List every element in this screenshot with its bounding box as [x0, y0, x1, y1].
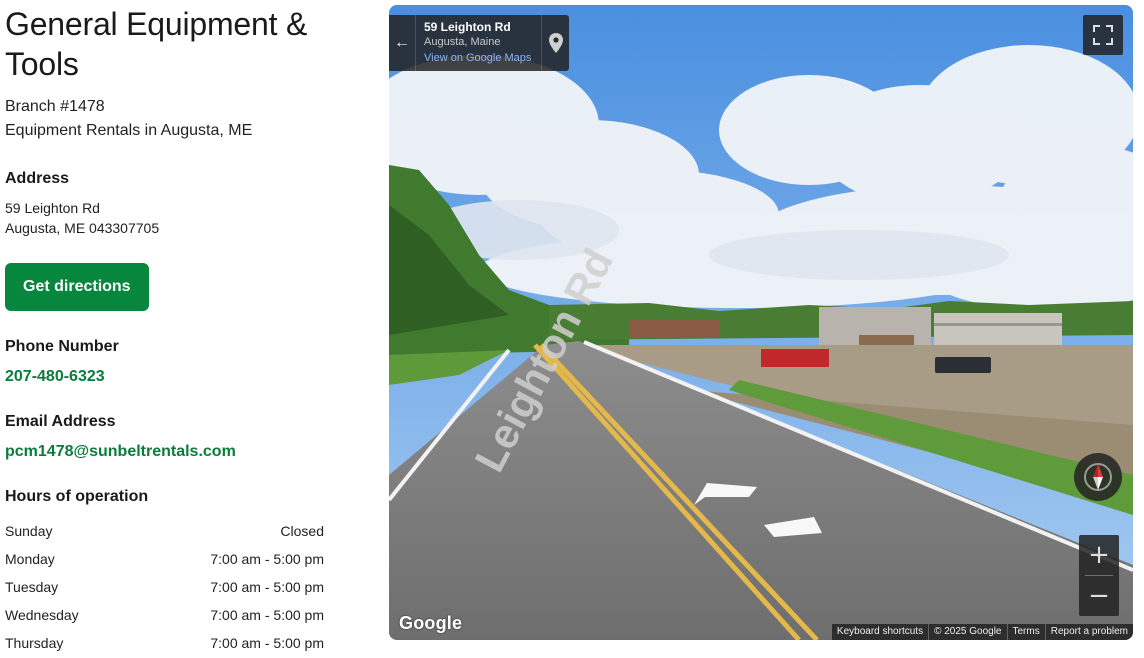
hours-heading: Hours of operation: [5, 488, 149, 505]
report-problem-link[interactable]: Report a problem: [1044, 624, 1133, 640]
card-title: 59 Leighton Rd: [424, 20, 511, 34]
email-heading: Email Address: [5, 413, 116, 430]
hours-day: Monday: [5, 551, 55, 567]
address-line-1: 59 Leighton Rd: [5, 200, 100, 216]
zoom-in-button[interactable]: +: [1079, 535, 1119, 575]
street-view-address-card: ← 59 Leighton Rd Augusta, Maine View on …: [389, 15, 569, 71]
phone-heading: Phone Number: [5, 338, 119, 355]
copyright-text: © 2025 Google: [928, 624, 1006, 640]
map-attribution-bar: Keyboard shortcuts © 2025 Google Terms R…: [831, 624, 1133, 640]
hours-row: Monday 7:00 am - 5:00 pm: [5, 545, 324, 573]
hours-day: Thursday: [5, 635, 64, 651]
zoom-out-button[interactable]: −: [1079, 576, 1119, 616]
hours-time: 7:00 am - 5:00 pm: [210, 635, 324, 651]
fullscreen-icon[interactable]: [1083, 15, 1123, 55]
view-on-google-maps-link[interactable]: View on Google Maps: [424, 50, 541, 67]
hours-day: Tuesday: [5, 579, 59, 595]
hours-time: 7:00 am - 5:00 pm: [210, 579, 324, 595]
hours-row: Tuesday 7:00 am - 5:00 pm: [5, 573, 324, 601]
phone-link[interactable]: 207-480-6323: [5, 368, 105, 386]
card-city: Augusta, Maine: [424, 36, 501, 48]
hours-row: Thursday 7:00 am - 5:00 pm: [5, 629, 324, 657]
branch-info-panel: General Equipment & Tools Branch #1478 E…: [5, 0, 325, 657]
compass-icon[interactable]: [1074, 453, 1122, 501]
google-logo: Google: [399, 613, 463, 633]
map-pin-icon[interactable]: [541, 15, 569, 71]
page-title: General Equipment & Tools: [5, 6, 308, 82]
hours-time: 7:00 am - 5:00 pm: [210, 551, 324, 567]
hours-time: Closed: [280, 523, 324, 539]
street-view-image[interactable]: Leighton Rd: [389, 5, 1133, 640]
hours-row: Wednesday 7:00 am - 5:00 pm: [5, 601, 324, 629]
address-block: 59 Leighton Rd Augusta, ME 043307705: [5, 198, 325, 238]
get-directions-button[interactable]: Get directions: [5, 263, 149, 311]
address-card-text: 59 Leighton Rd Augusta, Maine View on Go…: [416, 15, 541, 71]
branch-subtitle: Equipment Rentals in Augusta, ME: [5, 122, 253, 139]
zoom-control: + −: [1079, 535, 1119, 616]
arrow-left-icon[interactable]: ←: [389, 15, 416, 71]
hours-day: Wednesday: [5, 607, 79, 623]
street-view-map[interactable]: Leighton Rd ← 59 Leighton Rd Augusta, Ma…: [389, 5, 1133, 640]
address-line-2: Augusta, ME 043307705: [5, 220, 160, 236]
keyboard-shortcuts-link[interactable]: Keyboard shortcuts: [832, 624, 928, 640]
terms-link[interactable]: Terms: [1006, 624, 1045, 640]
hours-day: Sunday: [5, 523, 53, 539]
branch-number: Branch #1478: [5, 98, 105, 115]
address-heading: Address: [5, 170, 70, 187]
hours-time: 7:00 am - 5:00 pm: [210, 607, 324, 623]
hours-table: Sunday Closed Monday 7:00 am - 5:00 pm Tue…: [5, 517, 324, 657]
hours-row: Sunday Closed: [5, 517, 324, 545]
email-link[interactable]: pcm1478@sunbeltrentals.com: [5, 443, 236, 461]
